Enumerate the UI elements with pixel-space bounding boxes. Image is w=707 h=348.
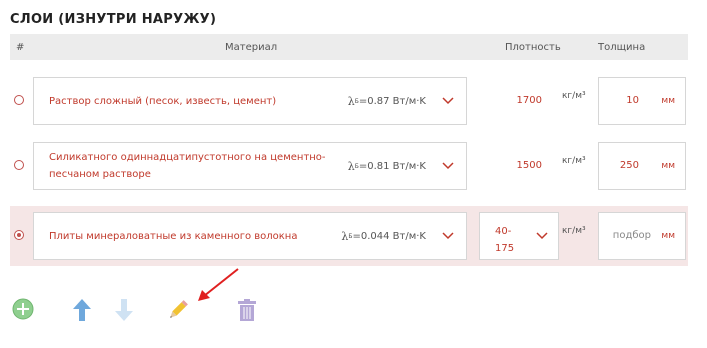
thickness-field[interactable]: 250 мм: [598, 142, 686, 190]
layer-radio-selected[interactable]: [14, 230, 24, 240]
add-icon[interactable]: [12, 298, 34, 320]
annotation-arrow: [198, 268, 239, 301]
edit-pencil-icon[interactable]: [167, 298, 189, 322]
move-up-icon[interactable]: [72, 298, 92, 322]
lambda-value: λ Б =0.044 Вт/м·K: [341, 229, 426, 243]
material-select[interactable]: Раствор сложный (песок, известь, цемент)…: [33, 77, 467, 125]
thickness-field[interactable]: 10 мм: [598, 77, 686, 125]
col-density: Плотность: [505, 42, 561, 53]
density-unit: кг/м³: [562, 156, 586, 166]
material-select[interactable]: Плиты минераловатные из каменного волокн…: [33, 212, 467, 260]
move-down-icon[interactable]: [114, 298, 134, 322]
layer-radio[interactable]: [14, 160, 24, 170]
thickness-unit: мм: [661, 231, 675, 241]
thickness-unit: мм: [661, 161, 675, 171]
density-select[interactable]: 40-175: [479, 212, 559, 260]
density-value: 1500: [516, 160, 542, 171]
section-title: СЛОИ (ИЗНУТРИ НАРУЖУ): [10, 12, 217, 27]
density-range: 40-175: [495, 226, 515, 254]
chevron-down-icon[interactable]: [536, 232, 548, 240]
material-select[interactable]: Силикатного одиннадцатипустотного на цем…: [33, 142, 467, 190]
density-value: 1700: [516, 95, 542, 106]
chevron-down-icon[interactable]: [442, 232, 454, 240]
chevron-down-icon[interactable]: [442, 162, 454, 170]
density-unit: кг/м³: [562, 91, 586, 101]
thickness-field[interactable]: подбор мм: [598, 212, 686, 260]
material-name: Силикатного одиннадцатипустотного на цем…: [49, 152, 326, 180]
chevron-down-icon[interactable]: [442, 97, 454, 105]
material-name: Плиты минераловатные из каменного волокн…: [49, 230, 298, 242]
col-material: Материал: [225, 42, 278, 53]
thickness-value: 10: [626, 95, 639, 106]
layer-row[interactable]: Раствор сложный (песок, известь, цемент)…: [10, 71, 688, 131]
layer-row-selected[interactable]: Плиты минераловатные из каменного волокн…: [10, 206, 688, 266]
col-thickness: Толщина: [598, 42, 646, 53]
material-name: Раствор сложный (песок, известь, цемент): [49, 95, 277, 107]
thickness-unit: мм: [661, 96, 675, 106]
lambda-value: λ Б =0.81 Вт/м·K: [347, 159, 426, 173]
thickness-value: 250: [619, 160, 639, 171]
lambda-value: λ Б =0.87 Вт/м·K: [347, 94, 426, 108]
layer-row[interactable]: Силикатного одиннадцатипустотного на цем…: [10, 136, 688, 196]
table-header: # Материал Плотность Толщина: [10, 34, 688, 60]
layer-radio[interactable]: [14, 95, 24, 105]
col-num: #: [16, 42, 25, 53]
thickness-placeholder: подбор: [612, 230, 651, 241]
density-unit: кг/м³: [562, 226, 586, 236]
